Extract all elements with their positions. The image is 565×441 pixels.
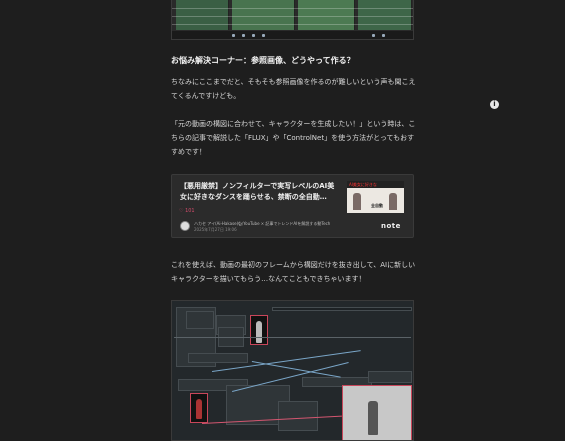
info-icon[interactable]: i	[490, 100, 499, 109]
note-link-card[interactable]: 【悪用厳禁】ノンフィルターで実写レベルのAI美女に好きなダンスを踊らせる、禁断の…	[171, 174, 414, 238]
thumb-caption: 全自動	[371, 203, 383, 208]
divider	[172, 24, 413, 25]
toolbar-icon	[252, 34, 255, 37]
node-box	[272, 307, 412, 311]
editor-pane	[298, 0, 355, 30]
toolbar-icon	[372, 34, 375, 37]
card-title: 【悪用厳禁】ノンフィルターで実写レベルのAI美女に好きなダンスを踊らせる、禁断の…	[180, 182, 335, 201]
toolbar-icon	[382, 34, 385, 37]
toolbar-icon	[262, 34, 265, 37]
editor-pane	[176, 0, 229, 30]
divider	[172, 16, 413, 17]
paragraph: 「元の動画の構図に合わせて、キャラクターを生成したい！」という時は、こちらの記事…	[171, 120, 416, 156]
preview-figure	[368, 401, 378, 435]
top-screenshot-image	[171, 0, 414, 40]
divider	[172, 8, 413, 9]
node-box	[278, 401, 318, 431]
node-box	[188, 353, 248, 363]
preview-figure	[196, 399, 202, 419]
node-box	[186, 311, 214, 329]
toolbar-icon	[232, 34, 235, 37]
node-editor-screenshot	[171, 300, 414, 441]
card-thumbnail: AI美女に好きな 全自動	[347, 181, 404, 213]
toolbar-icon	[242, 34, 245, 37]
card-likes: ♡ 101	[179, 208, 195, 214]
toolbar-strip	[172, 31, 413, 39]
section-heading: お悩み解決コーナー：参照画像、どうやって作る？	[171, 56, 355, 65]
thumb-banner-text: AI美女に好きな	[349, 182, 377, 187]
paragraph: これを使えば、動画の最初のフレームから構図だけを抜き出して、AIに新しいキャラク…	[171, 261, 416, 283]
card-date: 2025年7月27日 19:06	[194, 227, 237, 232]
editor-pane	[232, 0, 295, 30]
editor-pane	[358, 0, 412, 30]
paragraph: ちなみにここまでだと、そもそも参照画像を作るのが難しいという声も聞こえてくるんで…	[171, 78, 416, 100]
note-logo: note	[381, 222, 401, 230]
preview-figure	[256, 321, 262, 343]
divider	[174, 337, 411, 338]
node-box	[368, 371, 412, 383]
thumb-figure	[353, 193, 361, 210]
thumb-figure	[389, 193, 397, 210]
avatar	[180, 221, 190, 231]
